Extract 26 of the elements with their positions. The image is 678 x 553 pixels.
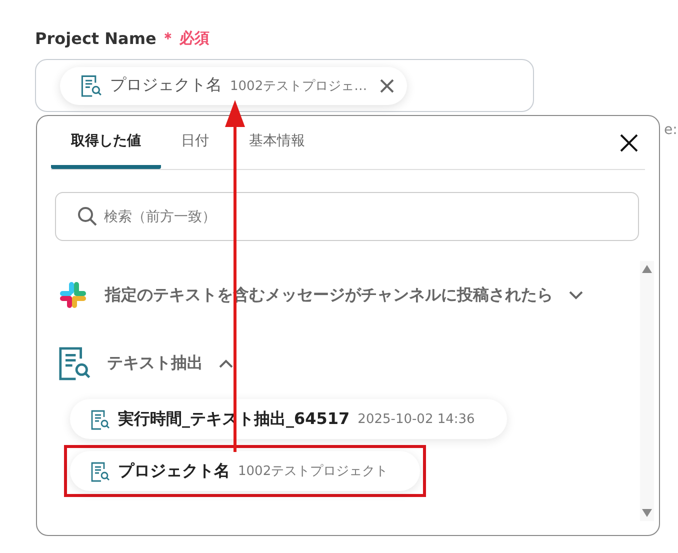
tab[interactable]: 基本情報 bbox=[229, 116, 325, 169]
scroll-up-icon bbox=[642, 265, 652, 273]
search-field[interactable]: 検索（前方一致） bbox=[55, 192, 639, 241]
document-search-icon bbox=[57, 345, 91, 381]
value-item[interactable]: プロジェクト名 1002テストプロジェクト bbox=[70, 451, 420, 491]
chevron-down-icon bbox=[569, 290, 583, 300]
slack-logo-icon bbox=[57, 279, 89, 311]
group-header[interactable]: テキスト抽出 bbox=[57, 329, 233, 397]
tab[interactable]: 日付 bbox=[161, 116, 229, 169]
input-field[interactable]: プロジェクト名 1002テストプロジェ… bbox=[35, 59, 534, 112]
close-button[interactable] bbox=[619, 132, 639, 152]
token-name: プロジェクト名 bbox=[110, 75, 222, 96]
field-label: Project Name bbox=[35, 28, 156, 48]
document-search-icon bbox=[90, 408, 110, 430]
scrollbar[interactable] bbox=[640, 261, 654, 521]
required-label: 必須 bbox=[179, 28, 210, 48]
tab[interactable]: 取得した値 bbox=[51, 116, 161, 169]
token-value: 1002テストプロジェ… bbox=[230, 78, 368, 94]
remove-button[interactable] bbox=[379, 78, 396, 94]
scroll-down-icon bbox=[642, 509, 652, 517]
search-icon bbox=[77, 206, 97, 226]
chevron-up-icon bbox=[219, 358, 233, 368]
document-search-icon bbox=[80, 74, 102, 98]
hidden-label-text: e: bbox=[664, 122, 678, 138]
document-search-icon bbox=[90, 460, 110, 482]
required-mark: ＊ bbox=[160, 28, 176, 48]
